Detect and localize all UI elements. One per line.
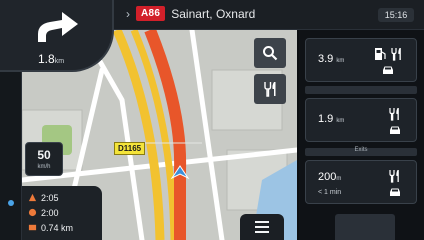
trip-row: 0.74 km bbox=[28, 220, 96, 235]
distance-icon bbox=[28, 193, 37, 202]
poi-button[interactable] bbox=[254, 74, 286, 104]
turn-distance: 1.8km bbox=[38, 52, 65, 66]
car-icon bbox=[383, 66, 393, 74]
fuel-icon bbox=[375, 48, 386, 60]
chevron-right-icon: › bbox=[126, 6, 130, 21]
restaurant-icon bbox=[389, 170, 399, 183]
next-turn-panel[interactable]: 1.8km bbox=[0, 0, 114, 72]
clock: 15:16 bbox=[378, 8, 414, 22]
services-panel: 3.9 km 1.9 km Exits 200m < 1 min bbox=[299, 30, 424, 240]
service-card[interactable]: 3.9 km bbox=[305, 38, 417, 82]
lane-guidance-box bbox=[335, 214, 395, 240]
menu-button[interactable] bbox=[240, 214, 284, 240]
eta-icon bbox=[28, 208, 37, 217]
trip-row: 2:05 bbox=[28, 190, 96, 205]
remaining-icon bbox=[28, 224, 37, 231]
current-street: › A86 Sainart, Oxnard bbox=[126, 6, 255, 21]
service-card[interactable]: 200m < 1 min bbox=[305, 160, 417, 204]
panel-divider: Exits bbox=[305, 147, 417, 156]
speed-limit-sign: 50 km/h bbox=[25, 142, 63, 176]
car-icon bbox=[390, 126, 400, 134]
search-icon bbox=[263, 46, 278, 61]
turn-right-arrow-icon bbox=[38, 12, 78, 42]
street-name: Sainart, Oxnard bbox=[171, 6, 256, 21]
trip-info-panel[interactable]: 2:05 2:00 0.74 km bbox=[22, 186, 102, 240]
position-marker-icon bbox=[8, 200, 14, 206]
service-card[interactable]: 1.9 km bbox=[305, 98, 417, 142]
road-number-badge: A86 bbox=[136, 6, 166, 21]
restaurant-icon bbox=[391, 48, 401, 61]
panel-divider bbox=[305, 86, 417, 94]
search-button[interactable] bbox=[254, 38, 286, 68]
trip-row: 2:00 bbox=[28, 205, 96, 220]
restaurant-icon bbox=[389, 108, 399, 121]
road-sign-label: D1165 bbox=[114, 142, 146, 155]
car-icon bbox=[390, 188, 400, 196]
fork-knife-icon bbox=[264, 82, 276, 97]
hamburger-menu-icon bbox=[255, 221, 269, 223]
